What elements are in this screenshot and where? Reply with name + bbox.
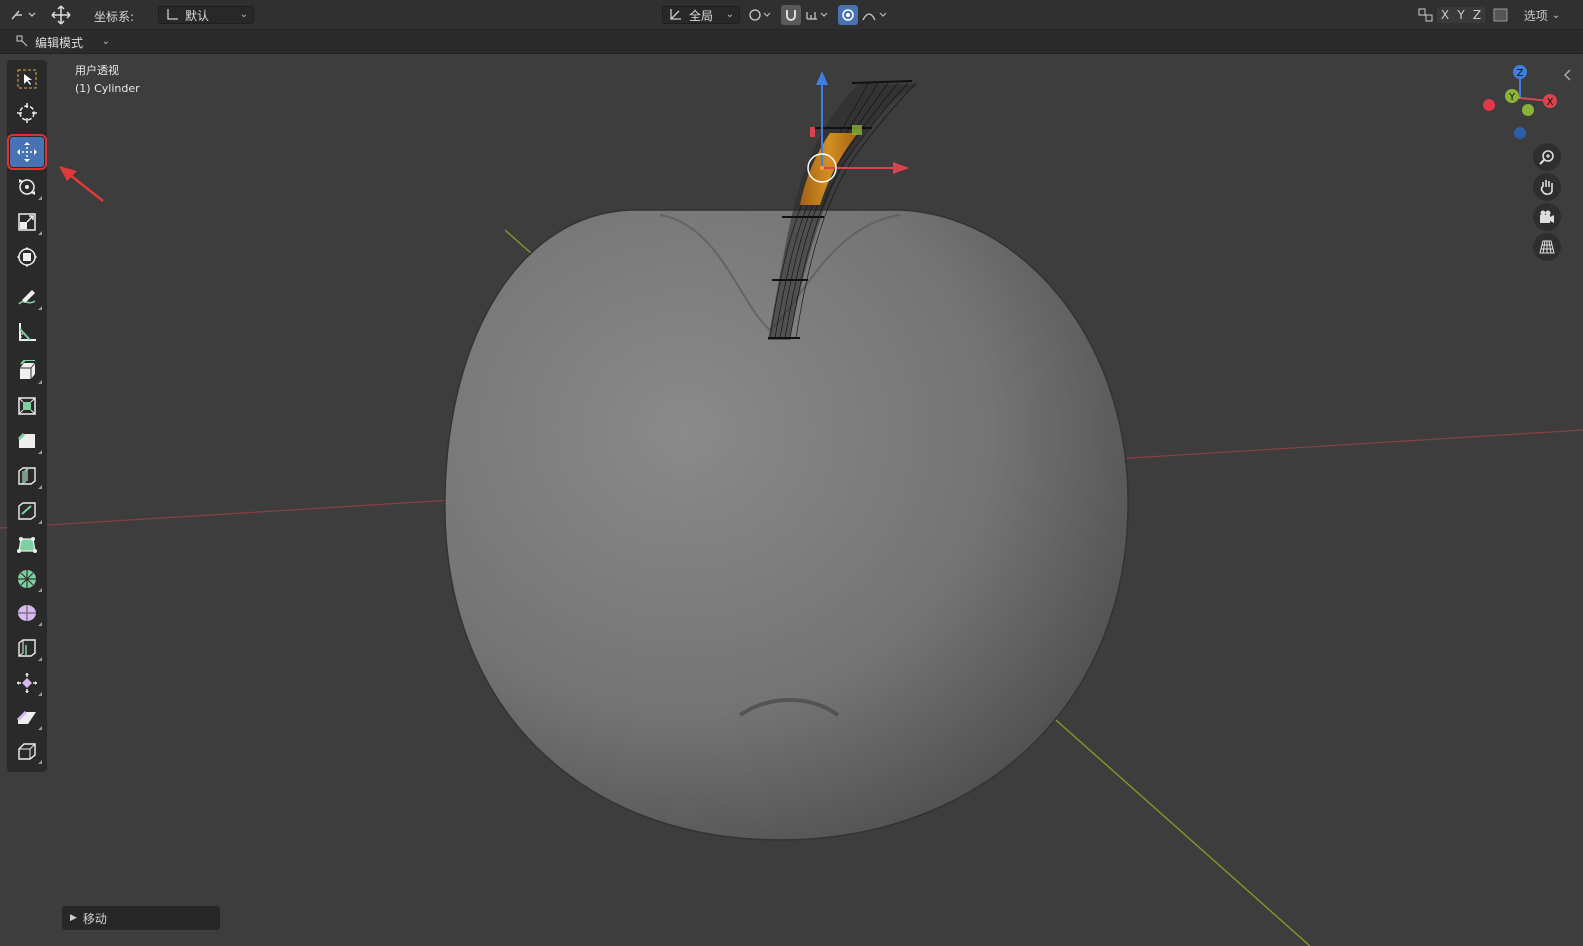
mode-value: 编辑模式 — [35, 35, 84, 50]
shrink-fatten-icon[interactable] — [10, 668, 44, 698]
proportional-editing-icon[interactable] — [838, 5, 858, 25]
orientation-dropdown[interactable]: 默认 ⌄ — [158, 6, 254, 24]
rotate-icon[interactable] — [10, 172, 44, 202]
select-box-icon[interactable] — [10, 64, 44, 94]
pan-hand-icon[interactable] — [1533, 173, 1561, 201]
orientation-value: 默认 — [185, 8, 210, 23]
topology-mirror-icon[interactable] — [1492, 7, 1510, 23]
x-arrow-icon — [893, 162, 909, 174]
mirror-x-label: X — [1440, 8, 1450, 22]
move-icon — [17, 142, 37, 162]
options-dropdown[interactable]: 选项 ⌄ — [1518, 6, 1566, 24]
chevron-down-icon: ⌄ — [239, 9, 248, 20]
panel-expand-icon: ▶ — [70, 913, 77, 923]
knife-icon[interactable] — [10, 496, 44, 526]
mirror-z-label: Z — [1472, 8, 1482, 22]
zoom-icon[interactable] — [1533, 143, 1561, 171]
operator-label: 移动 — [82, 911, 107, 926]
viewport-scene — [0, 71, 1583, 946]
editor-type-icon[interactable] — [8, 6, 38, 24]
orientation-icon — [165, 7, 179, 24]
perspective-toggle-icon[interactable] — [1533, 233, 1561, 261]
mirror-y-button[interactable]: Y — [1453, 7, 1469, 23]
cursor-icon[interactable] — [10, 98, 44, 128]
pivot-dropdown[interactable]: 全局 ⌄ — [662, 6, 740, 24]
measure-icon[interactable] — [10, 317, 44, 347]
falloff-icon[interactable] — [860, 6, 890, 24]
gizmo-z-label: Z — [1517, 68, 1524, 79]
mirror-z-button[interactable]: Z — [1469, 7, 1485, 23]
chevron-down-icon: ⌄ — [101, 36, 110, 47]
poly-build-icon[interactable] — [10, 530, 44, 560]
inset-icon[interactable] — [10, 391, 44, 421]
mirror-y-label: Y — [1457, 8, 1465, 22]
transform-icon[interactable] — [10, 242, 44, 272]
snap-target-icon[interactable] — [746, 6, 774, 24]
gizmo-neg-x-icon — [1483, 99, 1495, 111]
gizmo-y-label: Y — [1508, 92, 1516, 103]
last-operator-panel[interactable]: ▶ 移动 — [62, 906, 220, 930]
mirror-icon[interactable] — [1417, 7, 1435, 23]
sidebar-toggle-icon[interactable] — [1560, 67, 1574, 83]
scale-icon[interactable] — [10, 207, 44, 237]
mirror-x-button[interactable]: X — [1437, 7, 1453, 23]
chevron-down-icon: ⌄ — [1551, 9, 1561, 21]
view-name-label: 用户透视 — [75, 64, 119, 77]
move-tool-button[interactable] — [7, 134, 47, 170]
chevron-down-icon: ⌄ — [725, 9, 734, 20]
3d-viewport[interactable]: 用户透视 (1) Cylinder Z X Y — [0, 55, 1583, 946]
gizmo-neg-y-icon — [1522, 104, 1534, 116]
edge-slide-icon[interactable] — [10, 633, 44, 663]
yz-plane-handle — [810, 127, 815, 137]
mode-menu-bar: 编辑模式 ⌄ 视图 选择 添加 网格 顶点 边 面 UV — [0, 30, 1583, 81]
annotation-arrow-icon — [59, 166, 104, 202]
z-arrow-icon — [816, 71, 828, 85]
extrude-icon[interactable] — [10, 356, 44, 386]
spin-icon[interactable] — [10, 564, 44, 594]
gizmo-x-label: X — [1547, 97, 1554, 108]
shear-icon[interactable] — [10, 702, 44, 732]
loop-cut-icon[interactable] — [10, 461, 44, 491]
object-name-label: (1) Cylinder — [75, 82, 140, 95]
mode-dropdown[interactable]: 编辑模式 ⌄ — [8, 33, 116, 51]
snap-increment-icon[interactable] — [803, 6, 831, 24]
annotate-icon[interactable] — [10, 282, 44, 312]
pivot-icon — [669, 7, 683, 24]
navigation-gizmo[interactable]: Z X Y — [1478, 60, 1568, 150]
bevel-icon[interactable] — [10, 426, 44, 456]
top-header: 坐标系: 默认 ⌄ 全局 ⌄ X Y Z 选项 ⌄ — [0, 0, 1583, 30]
gizmo-neg-z-icon — [1514, 127, 1526, 139]
pivot-value: 全局 — [689, 8, 714, 23]
transform-gizmo-icon[interactable] — [48, 3, 74, 27]
options-label: 选项 — [1523, 8, 1548, 23]
tool-shelf — [7, 60, 47, 772]
rip-icon[interactable] — [10, 736, 44, 766]
xz-plane-handle — [852, 125, 862, 135]
smooth-icon[interactable] — [10, 598, 44, 628]
edit-mode-icon — [15, 34, 29, 51]
camera-view-icon[interactable] — [1533, 203, 1561, 231]
snap-magnet-icon[interactable] — [781, 5, 801, 25]
coordinate-system-label: 坐标系: — [94, 10, 135, 24]
